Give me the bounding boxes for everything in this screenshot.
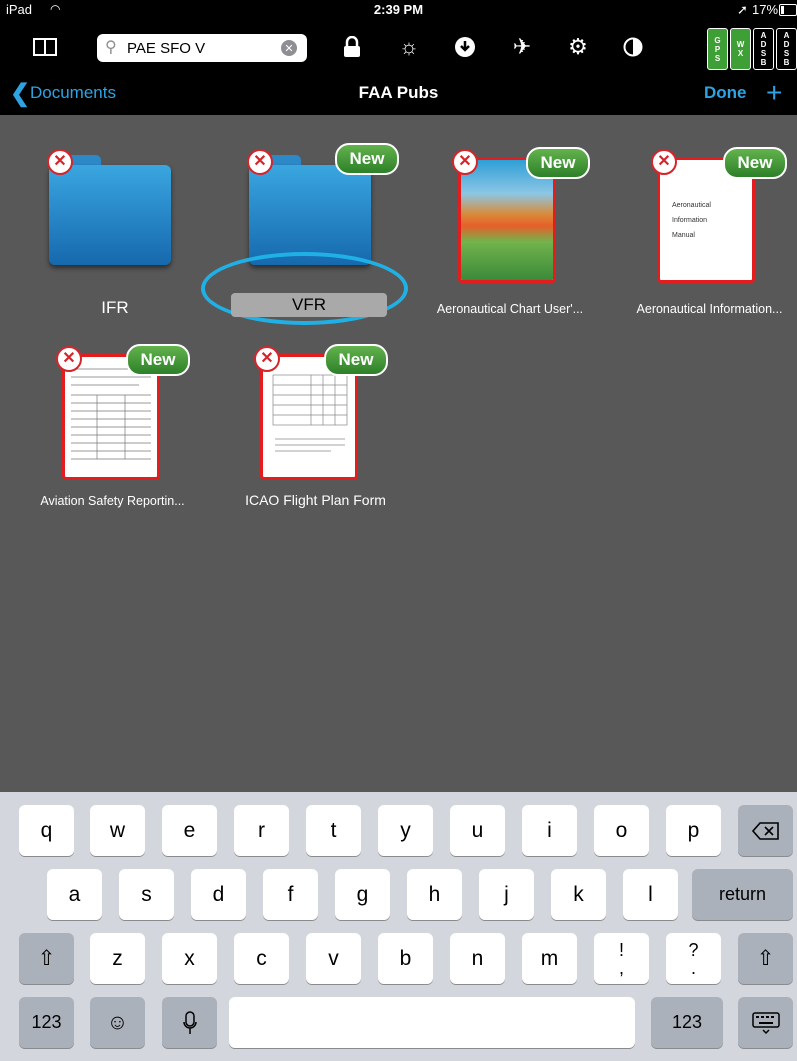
key-a[interactable]: a	[47, 869, 102, 920]
rename-field[interactable]	[231, 293, 387, 317]
airplane-icon[interactable]: ✈	[505, 30, 539, 64]
key-e[interactable]: e	[162, 805, 217, 856]
numbers-key[interactable]: 123	[19, 997, 74, 1048]
aim-cover-text: Aeronautical Information Manual	[672, 202, 711, 239]
hide-keyboard-key[interactable]	[738, 997, 793, 1048]
toolbar: ⚲ ✕ ☼ ✈ ⚙ GPS WX ADSB ADSB	[0, 20, 797, 75]
key-g[interactable]: g	[335, 869, 390, 920]
new-badge: New	[335, 143, 399, 175]
shift-key[interactable]: ⇧	[19, 933, 74, 984]
new-badge: New	[324, 344, 388, 376]
item-label: Aviation Safety Reportin...	[40, 494, 185, 508]
adsb-badge-1[interactable]: ADSB	[753, 28, 774, 70]
delete-icon[interactable]: ✕	[247, 149, 273, 175]
shift-key-right[interactable]: ⇧	[738, 933, 793, 984]
split-view-icon[interactable]	[28, 30, 62, 64]
space-key[interactable]	[229, 997, 635, 1048]
return-key[interactable]: return	[692, 869, 793, 920]
delete-icon[interactable]: ✕	[56, 346, 82, 372]
clock: 2:39 PM	[373, 2, 424, 17]
emoji-key[interactable]: ☺	[90, 997, 145, 1048]
gear-icon[interactable]: ⚙	[561, 30, 595, 64]
page-title: FAA Pubs	[358, 83, 439, 102]
key-c[interactable]: c	[234, 933, 289, 984]
key-m[interactable]: m	[522, 933, 577, 984]
location-icon: ➚	[737, 2, 748, 17]
navigation-bar: FAA Pubs ❮ Documents Done +	[0, 75, 797, 115]
key-d[interactable]: d	[191, 869, 246, 920]
battery-percent: 17%	[752, 2, 779, 17]
shift-icon: ⇧	[756, 947, 775, 970]
key-q[interactable]: q	[19, 805, 74, 856]
key-v[interactable]: v	[306, 933, 361, 984]
key-y[interactable]: y	[378, 805, 433, 856]
search-box[interactable]: ⚲ ✕	[97, 34, 307, 62]
shift-icon: ⇧	[37, 947, 56, 970]
item-label: Aeronautical Chart User'...	[436, 302, 584, 316]
delete-icon[interactable]: ✕	[47, 149, 73, 175]
delete-icon[interactable]: ✕	[452, 149, 478, 175]
search-icon: ⚲	[105, 39, 117, 56]
document-item[interactable]: ✕ New Aeronautical Chart User'...	[430, 143, 600, 333]
folder-item[interactable]: ✕ IFR	[45, 143, 185, 323]
new-badge: New	[526, 147, 590, 179]
backspace-icon	[751, 821, 779, 840]
document-item[interactable]: ✕ New Aviation Safety Reportin...	[30, 340, 200, 515]
done-button[interactable]: Done	[704, 83, 747, 103]
document-item[interactable]: ✕ New ICAO Flight Plan Form	[228, 340, 398, 515]
key-s[interactable]: s	[119, 869, 174, 920]
search-input[interactable]	[127, 38, 277, 58]
key-t[interactable]: t	[306, 805, 361, 856]
new-badge: New	[126, 344, 190, 376]
key-i[interactable]: i	[522, 805, 577, 856]
key-h[interactable]: h	[407, 869, 462, 920]
key-p[interactable]: p	[666, 805, 721, 856]
numbers-key-right[interactable]: 123	[651, 997, 723, 1048]
download-icon[interactable]	[448, 30, 482, 64]
backspace-key[interactable]	[738, 805, 793, 856]
delete-icon[interactable]: ✕	[651, 149, 677, 175]
adsb-badge-2[interactable]: ADSB	[776, 28, 797, 70]
key-question-period[interactable]: ?.	[666, 933, 721, 984]
gps-badge[interactable]: GPS	[707, 28, 728, 70]
keyboard-dismiss-icon	[751, 1011, 780, 1034]
key-f[interactable]: f	[263, 869, 318, 920]
new-badge: New	[723, 147, 787, 179]
key-u[interactable]: u	[450, 805, 505, 856]
item-label: IFR	[101, 298, 129, 317]
brightness-icon[interactable]: ☼	[392, 30, 426, 64]
battery-icon	[779, 4, 797, 16]
key-l[interactable]: l	[623, 869, 678, 920]
key-n[interactable]: n	[450, 933, 505, 984]
back-button[interactable]: Documents	[30, 83, 116, 103]
key-x[interactable]: x	[162, 933, 217, 984]
key-j[interactable]: j	[479, 869, 534, 920]
lock-icon[interactable]	[335, 30, 369, 64]
back-chevron-icon[interactable]: ❮	[10, 79, 30, 108]
key-o[interactable]: o	[594, 805, 649, 856]
key-w[interactable]: w	[90, 805, 145, 856]
clear-search-icon[interactable]: ✕	[281, 40, 297, 56]
add-button[interactable]: +	[766, 77, 782, 109]
wx-badge[interactable]: WX	[730, 28, 751, 70]
onscreen-keyboard: q w e r t y u i o p a s d f g h j k l re…	[0, 792, 797, 1061]
microphone-icon	[182, 1010, 197, 1034]
dictation-key[interactable]	[162, 997, 217, 1048]
document-grid: ✕ IFR ✕ New ✕ New Aeronautical Chart Use…	[0, 115, 797, 792]
status-bar: iPad ◠ 2:39 PM ➚ 17%	[0, 0, 797, 20]
key-k[interactable]: k	[551, 869, 606, 920]
key-z[interactable]: z	[90, 933, 145, 984]
key-exclaim-comma[interactable]: !,	[594, 933, 649, 984]
item-label: ICAO Flight Plan Form	[245, 492, 386, 508]
contrast-icon[interactable]	[616, 30, 650, 64]
item-label: Aeronautical Information...	[636, 302, 783, 316]
key-r[interactable]: r	[234, 805, 289, 856]
document-item[interactable]: Aeronautical Information Manual ✕ New Ae…	[627, 143, 797, 333]
form-lines	[71, 368, 151, 460]
delete-icon[interactable]: ✕	[254, 346, 280, 372]
form-lines	[272, 374, 348, 452]
key-b[interactable]: b	[378, 933, 433, 984]
emoji-icon: ☺	[106, 1010, 129, 1034]
